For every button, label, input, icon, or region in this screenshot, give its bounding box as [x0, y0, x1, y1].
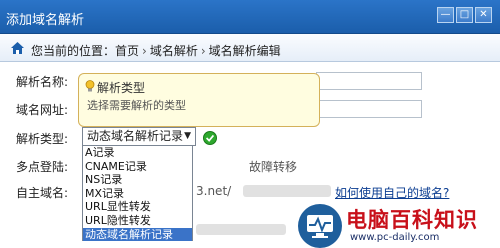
breadcrumb-separator: › [142, 44, 147, 58]
dropdown-option[interactable]: URL隐性转发 [83, 214, 192, 228]
label-custom-domain: 自主域名: [16, 186, 69, 200]
lightbulb-icon [85, 80, 95, 92]
label-multi-login: 多点登陆: [16, 160, 69, 174]
watermark: 电脑百科知识 www.pc-daily.com [298, 204, 500, 248]
help-link[interactable]: 如何使用自己的域名? [335, 184, 449, 201]
tooltip-text: 选择需要解析的类型 [87, 99, 186, 112]
multi-login-text: 故障转移 [249, 160, 298, 174]
resolve-type-select[interactable]: 动态域名解析记录 ▼ [82, 127, 196, 146]
resolve-type-value: 动态域名解析记录 [87, 129, 184, 143]
dropdown-option[interactable]: MX记录 [83, 187, 192, 201]
label-resolve-name: 解析名称: [16, 75, 69, 89]
blurred-text [196, 224, 286, 235]
breadcrumb-item-domain-resolve[interactable]: 域名解析 [150, 44, 198, 58]
domain-url-input[interactable] [316, 100, 422, 118]
breadcrumb-bar: 您当前的位置：首页 › 域名解析 › 域名解析编辑 [0, 34, 500, 62]
check-icon [203, 131, 217, 145]
label-resolve-type: 解析类型: [16, 132, 69, 146]
custom-domain-text: 3.net/ [196, 184, 232, 198]
maximize-button[interactable]: □ [456, 7, 473, 23]
monitor-logo-icon [298, 204, 342, 248]
blurred-text [243, 185, 331, 197]
dropdown-option-selected[interactable]: 动态域名解析记录 [83, 227, 192, 242]
breadcrumb-item-edit: 域名解析编辑 [208, 44, 281, 58]
home-icon [11, 42, 24, 54]
watermark-title: 电脑百科知识 [346, 208, 478, 232]
resolve-name-input[interactable] [316, 72, 422, 90]
dropdown-option[interactable]: NS记录 [83, 173, 192, 187]
chevron-down-icon: ▼ [184, 131, 191, 141]
breadcrumb-separator: › [200, 44, 206, 58]
dropdown-option[interactable]: CNAME记录 [83, 160, 192, 174]
dropdown-option[interactable]: URL显性转发 [83, 200, 192, 214]
label-domain-url: 域名网址: [16, 103, 69, 117]
tooltip-title: 解析类型 [97, 81, 146, 95]
close-button[interactable]: ✕ [475, 7, 492, 23]
dropdown-option[interactable]: A记录 [83, 146, 192, 160]
window-titlebar: 添加域名解析 — □ ✕ [0, 0, 500, 34]
breadcrumb-item-home[interactable]: 首页 [115, 44, 139, 58]
window-title: 添加域名解析 [6, 13, 85, 28]
breadcrumb-prefix: 您当前的位置： [31, 44, 116, 58]
watermark-url: www.pc-daily.com [350, 232, 440, 243]
minimize-button[interactable]: — [437, 7, 454, 23]
breadcrumb: 您当前的位置：首页 › 域名解析 › 域名解析编辑 [31, 42, 281, 59]
tooltip: 解析类型 选择需要解析的类型 [78, 73, 320, 127]
resolve-type-dropdown: A记录 CNAME记录 NS记录 MX记录 URL显性转发 URL隐性转发 动态… [82, 145, 193, 242]
